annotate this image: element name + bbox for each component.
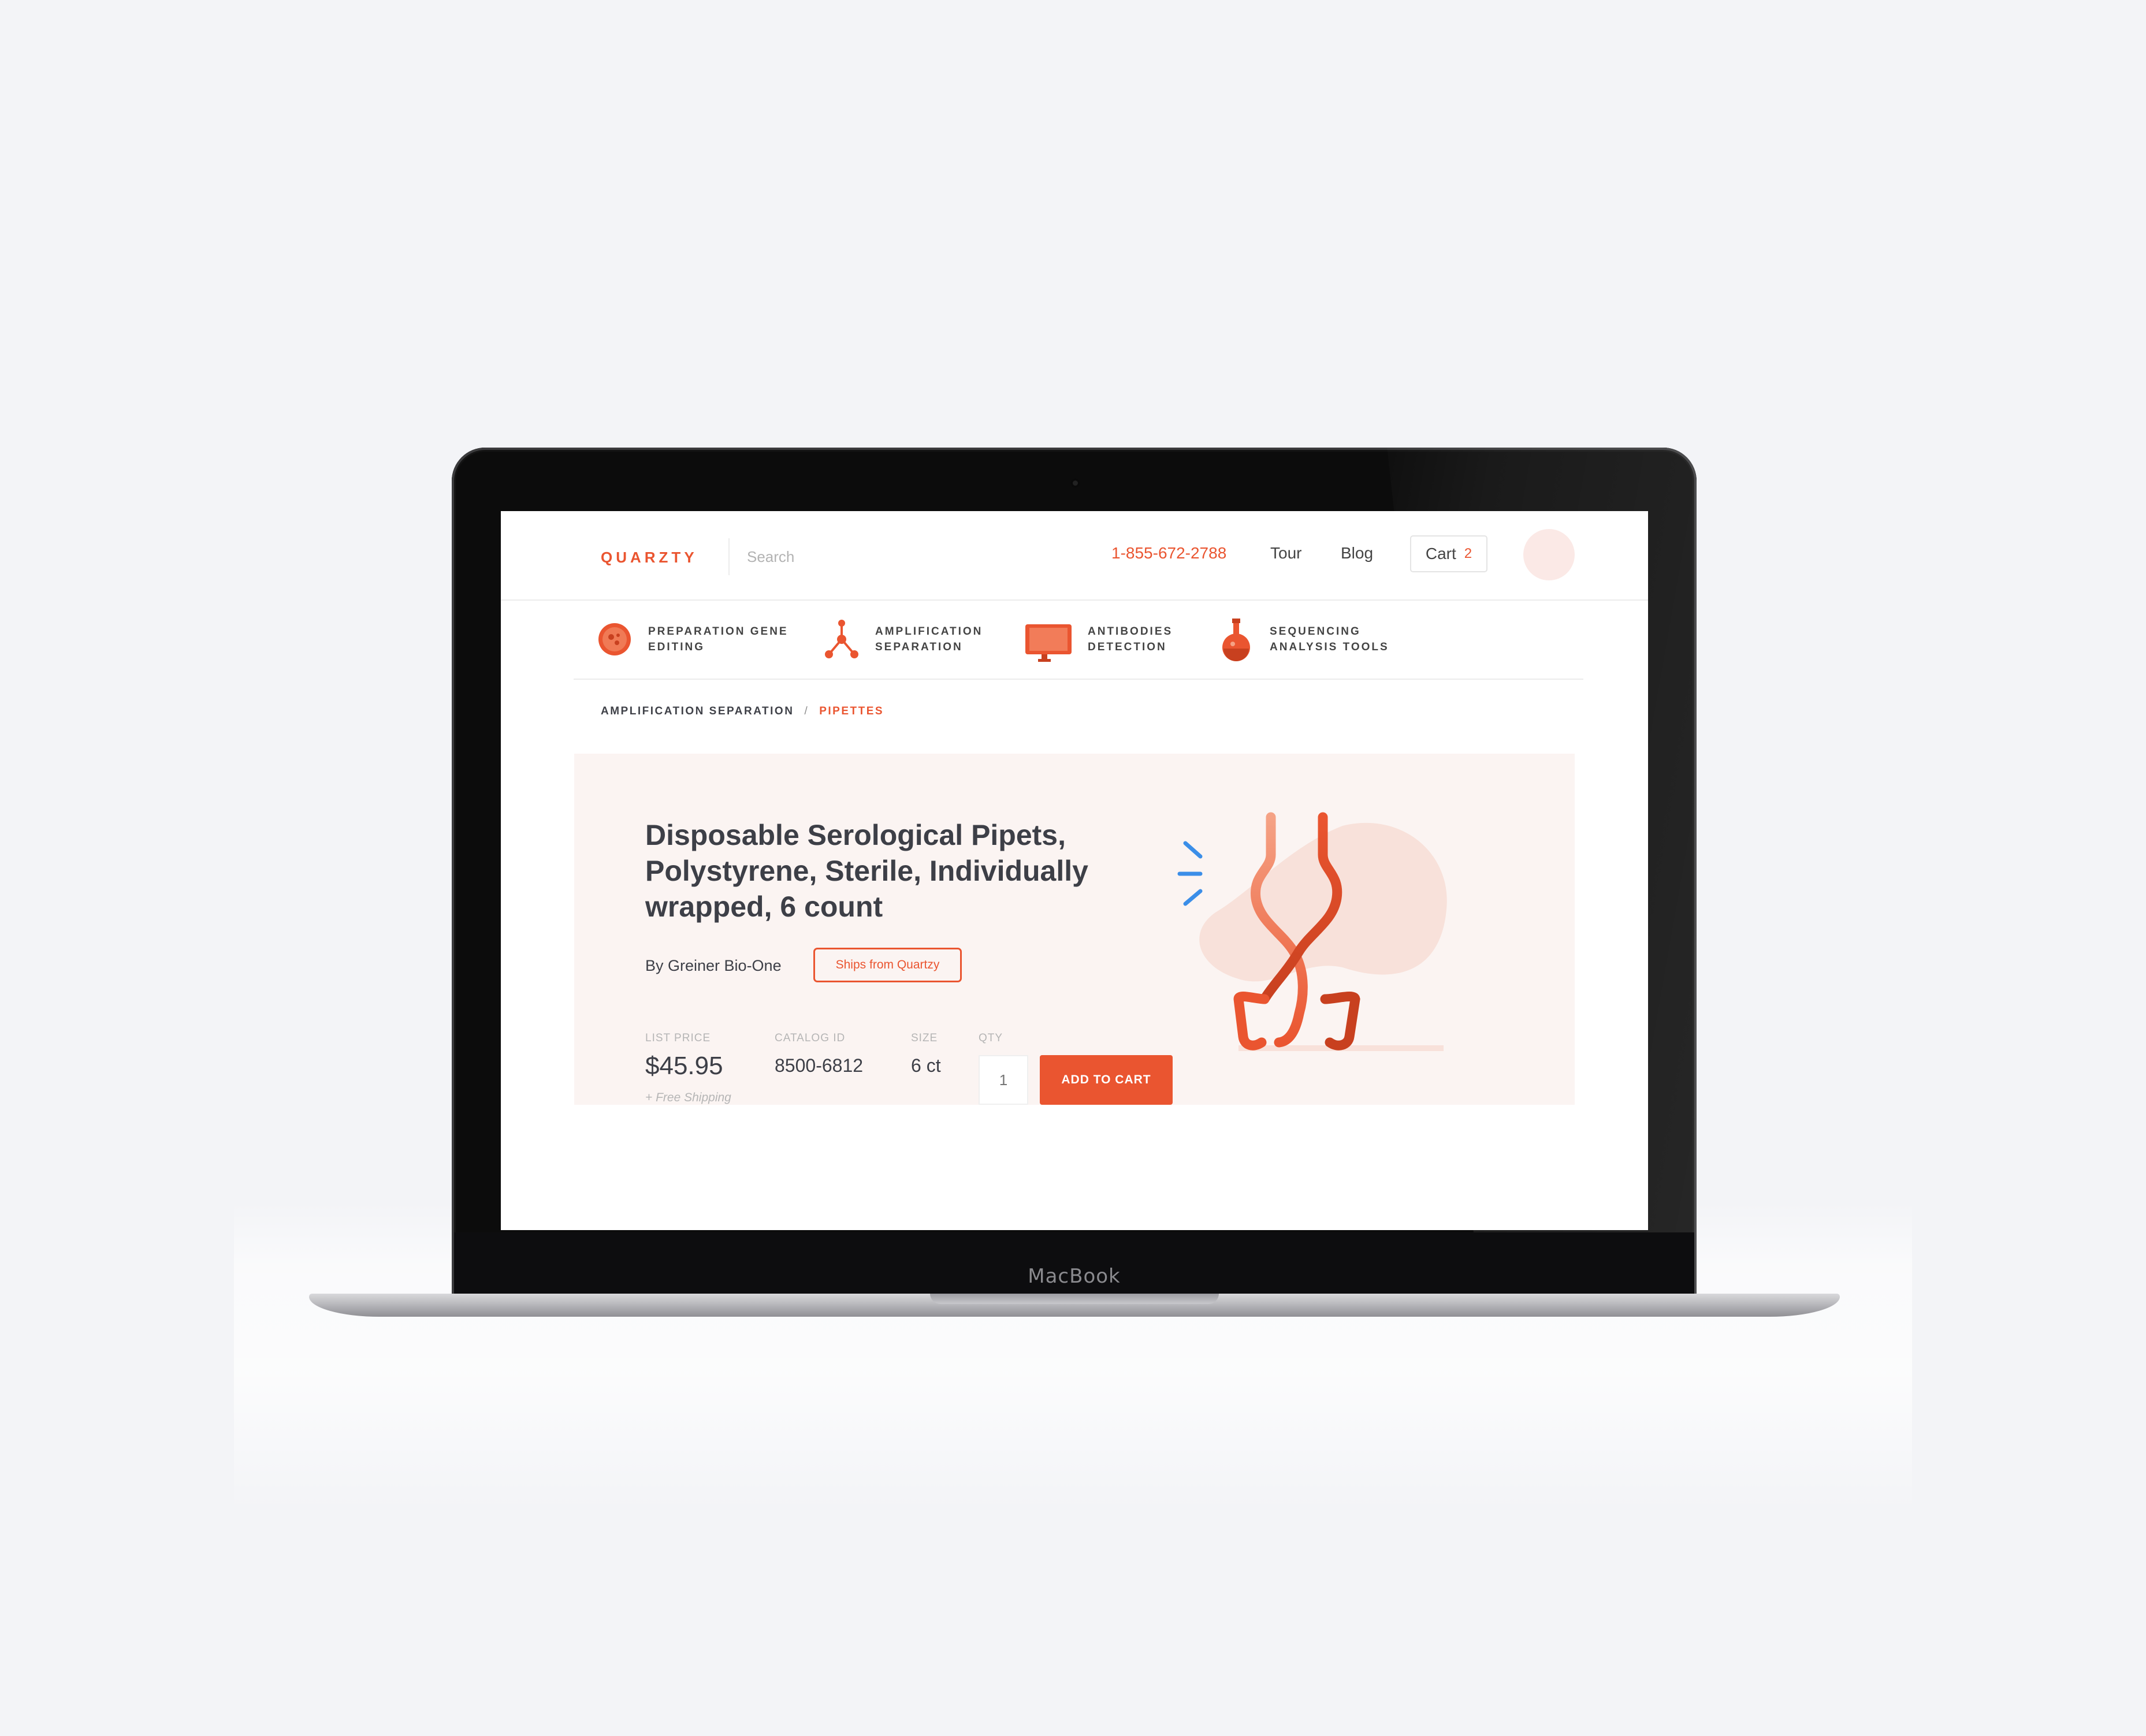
top-bar: QUARZTY 1-855-672-2788 Tour Blog Cart 2 xyxy=(501,511,1648,601)
cart-label: Cart xyxy=(1425,545,1456,562)
shipping-note: + Free Shipping xyxy=(645,1091,731,1104)
category-label: ANTIBODIES DETECTION xyxy=(1088,625,1173,653)
catalog-id: 8500-6812 xyxy=(775,1055,864,1076)
logo[interactable]: QUARZTY xyxy=(601,549,698,567)
cart-button[interactable]: Cart 2 xyxy=(1410,535,1487,572)
nav-tour-link[interactable]: Tour xyxy=(1270,544,1301,562)
cell-icon xyxy=(598,623,631,655)
nav-blog-link[interactable]: Blog xyxy=(1341,544,1373,562)
quantity-input[interactable] xyxy=(979,1055,1028,1105)
category-label: SEQUENCING ANALYSIS TOOLS xyxy=(1270,625,1389,653)
monitor-icon xyxy=(1025,624,1072,662)
avatar[interactable] xyxy=(1523,529,1575,580)
device-label: MacBook xyxy=(1028,1265,1121,1288)
product-hero: Disposable Serological Pipets, Polystyre… xyxy=(574,754,1575,1105)
breadcrumb: AMPLIFICATION SEPARATION / PIPETTES xyxy=(601,705,884,718)
catalog-id-label: CATALOG ID xyxy=(775,1032,846,1044)
camera-icon xyxy=(1070,478,1080,488)
category-nav: PREPARATION GENE EDITING AMPLIFICATION S… xyxy=(574,600,1583,680)
ships-from-badge: Ships from Quartzy xyxy=(813,948,962,982)
flask-icon xyxy=(1222,619,1250,661)
divider xyxy=(728,538,730,575)
product-title: Disposable Serological Pipets, Polystyre… xyxy=(645,819,1088,923)
pipette-illustration xyxy=(1177,812,1447,1051)
breadcrumb-separator: / xyxy=(804,705,809,717)
phone-link[interactable]: 1-855-672-2788 xyxy=(1111,544,1226,562)
category-preparation-gene-editing[interactable]: PREPARATION GENE EDITING xyxy=(596,600,798,679)
category-sequencing-analysis-tools[interactable]: SEQUENCING ANALYSIS TOOLS xyxy=(1218,600,1420,679)
category-label: AMPLIFICATION SEPARATION xyxy=(875,625,983,653)
browser-screen: QUARZTY 1-855-672-2788 Tour Blog Cart 2 … xyxy=(501,511,1648,1230)
size-label: SIZE xyxy=(911,1032,938,1044)
list-price-label: LIST PRICE xyxy=(645,1032,711,1044)
search-input[interactable] xyxy=(746,545,968,569)
category-antibodies-detection[interactable]: ANTIBODIES DETECTION xyxy=(1024,600,1238,679)
breadcrumb-current: PIPETTES xyxy=(819,705,884,717)
category-amplification-separation[interactable]: AMPLIFICATION SEPARATION xyxy=(823,600,1025,679)
category-label: PREPARATION GENE EDITING xyxy=(648,625,789,653)
laptop-notch xyxy=(930,1294,1219,1304)
product-brand: By Greiner Bio-One xyxy=(645,957,782,974)
cart-count: 2 xyxy=(1464,546,1472,561)
breadcrumb-parent-link[interactable]: AMPLIFICATION SEPARATION xyxy=(601,705,794,717)
molecule-icon xyxy=(825,620,858,658)
qty-label: QTY xyxy=(979,1032,1003,1044)
size-value: 6 ct xyxy=(911,1055,941,1076)
list-price: $45.95 xyxy=(645,1052,723,1080)
